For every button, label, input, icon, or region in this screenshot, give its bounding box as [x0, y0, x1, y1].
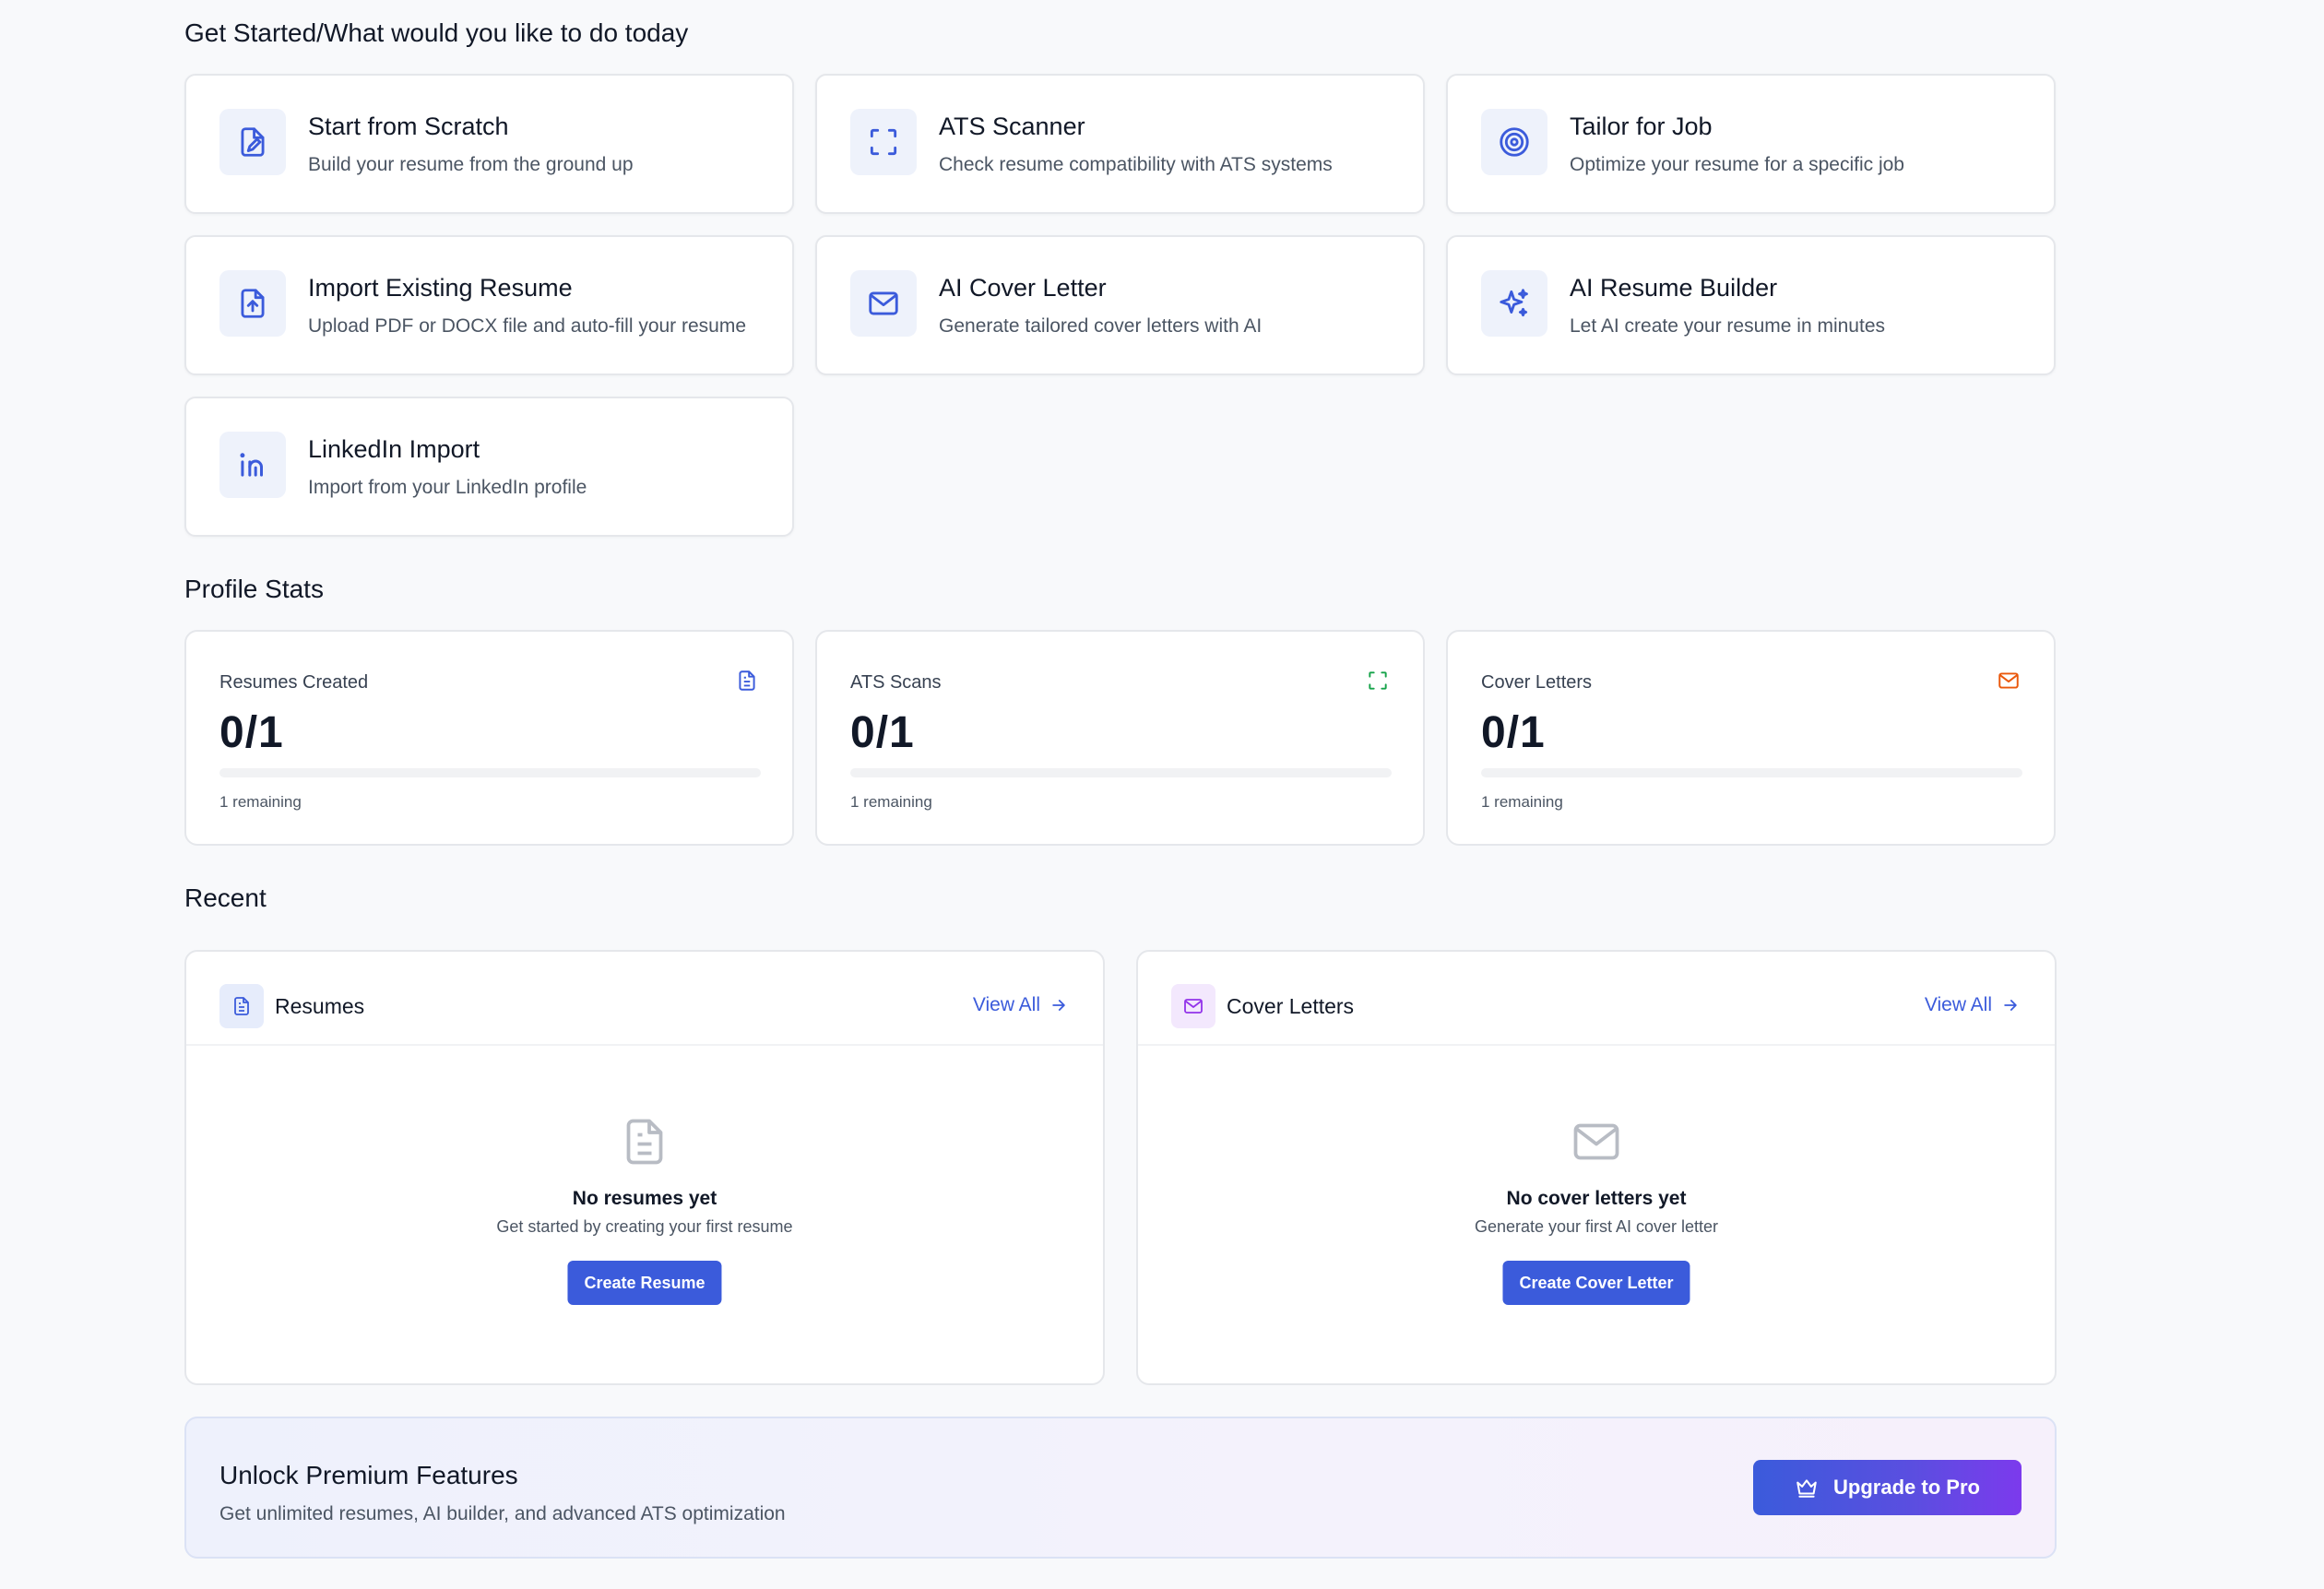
linkedin-import-card[interactable]: LinkedIn Import Import from your LinkedI…	[184, 397, 794, 537]
mail-icon	[850, 270, 917, 337]
stat-progress-bar	[1481, 768, 2022, 777]
document-icon	[219, 984, 264, 1028]
card-description: Build your resume from the ground up	[308, 154, 634, 175]
empty-mail-icon	[1573, 1123, 1619, 1160]
view-all-label: View All	[972, 994, 1040, 1015]
card-title: LinkedIn Import	[308, 435, 480, 463]
premium-banner: Unlock Premium Features Get unlimited re…	[184, 1417, 2057, 1559]
premium-title: Unlock Premium Features	[219, 1461, 518, 1489]
card-description: Check resume compatibility with ATS syst…	[939, 154, 1333, 175]
stat-card-resumes: Resumes Created 0/1 1 remaining	[184, 630, 794, 846]
card-description: Import from your LinkedIn profile	[308, 477, 587, 498]
stat-value: 0/1	[219, 708, 284, 757]
stat-remaining: 1 remaining	[1481, 793, 1563, 811]
tailor-for-job-card[interactable]: Tailor for Job Optimize your resume for …	[1446, 74, 2056, 214]
stat-label: ATS Scans	[850, 672, 942, 693]
panel-title: Cover Letters	[1227, 994, 1355, 1018]
panel-header: Cover Letters View All	[1138, 952, 2055, 1046]
card-description: Generate tailored cover letters with AI	[939, 315, 1263, 337]
stat-label: Cover Letters	[1481, 672, 1593, 693]
stat-value: 0/1	[850, 708, 915, 757]
linkedin-icon	[219, 432, 286, 498]
mail-icon	[1998, 672, 2019, 689]
scan-icon	[850, 109, 917, 175]
recent-resumes-panel: Resumes View All No resumes yet Get star…	[184, 950, 1105, 1385]
view-all-label: View All	[1924, 994, 1992, 1015]
profile-stats-title: Profile Stats	[184, 575, 324, 603]
arrow-right-icon	[2004, 1000, 2017, 1011]
stat-progress-bar	[850, 768, 1392, 777]
get-started-title: Get Started/What would you like to do to…	[184, 18, 689, 47]
ats-scanner-card[interactable]: ATS Scanner Check resume compatibility w…	[815, 74, 1425, 214]
upgrade-to-pro-button[interactable]: Upgrade to Pro	[1753, 1460, 2022, 1515]
file-pen-icon	[219, 109, 286, 175]
card-title: ATS Scanner	[939, 113, 1085, 140]
stat-card-cover-letters: Cover Letters 0/1 1 remaining	[1446, 630, 2056, 846]
empty-document-icon	[626, 1119, 663, 1165]
empty-state-description: Get started by creating your first resum…	[496, 1217, 793, 1236]
stat-progress-bar	[219, 768, 761, 777]
empty-state-description: Generate your first AI cover letter	[1474, 1217, 1719, 1236]
crown-icon	[1796, 1479, 1817, 1498]
card-title: Tailor for Job	[1570, 113, 1713, 140]
dashboard-page: Get Started/What would you like to do to…	[0, 0, 2324, 1589]
card-title: AI Resume Builder	[1570, 274, 1778, 302]
start-from-scratch-card[interactable]: Start from Scratch Build your resume fro…	[184, 74, 794, 214]
cover-letters-view-all-link[interactable]: View All	[1925, 994, 2020, 1016]
ai-cover-letter-card[interactable]: AI Cover Letter Generate tailored cover …	[815, 235, 1425, 375]
resumes-view-all-link[interactable]: View All	[973, 994, 1068, 1016]
create-cover-letter-button[interactable]: Create Cover Letter	[1502, 1261, 1690, 1305]
card-title: Start from Scratch	[308, 113, 509, 140]
stat-label: Resumes Created	[219, 672, 369, 693]
card-description: Let AI create your resume in minutes	[1570, 315, 1885, 337]
arrow-right-icon	[1052, 1000, 1065, 1011]
card-description: Upload PDF or DOCX file and auto-fill yo…	[308, 315, 747, 337]
stat-card-ats-scans: ATS Scans 0/1 1 remaining	[815, 630, 1425, 846]
stat-value: 0/1	[1481, 708, 1546, 757]
empty-state-title: No resumes yet	[572, 1188, 717, 1209]
upgrade-label: Upgrade to Pro	[1833, 1476, 1980, 1499]
create-resume-button[interactable]: Create Resume	[567, 1261, 722, 1305]
target-icon	[1481, 109, 1547, 175]
recent-title: Recent	[184, 883, 267, 912]
file-upload-icon	[219, 270, 286, 337]
ai-resume-builder-card[interactable]: AI Resume Builder Let AI create your res…	[1446, 235, 2056, 375]
panel-title: Resumes	[275, 994, 365, 1018]
card-title: AI Cover Letter	[939, 274, 1107, 302]
empty-state-title: No cover letters yet	[1506, 1188, 1687, 1209]
document-icon	[739, 670, 755, 691]
sparkles-icon	[1481, 270, 1547, 337]
card-title: Import Existing Resume	[308, 274, 573, 302]
stat-remaining: 1 remaining	[850, 793, 932, 811]
recent-cover-letters-panel: Cover Letters View All No cover letters …	[1136, 950, 2057, 1385]
import-existing-resume-card[interactable]: Import Existing Resume Upload PDF or DOC…	[184, 235, 794, 375]
premium-description: Get unlimited resumes, AI builder, and a…	[219, 1503, 786, 1524]
stat-remaining: 1 remaining	[219, 793, 302, 811]
mail-icon	[1171, 984, 1215, 1028]
card-description: Optimize your resume for a specific job	[1570, 154, 1904, 175]
scan-icon	[1369, 671, 1387, 690]
panel-header: Resumes View All	[186, 952, 1103, 1046]
